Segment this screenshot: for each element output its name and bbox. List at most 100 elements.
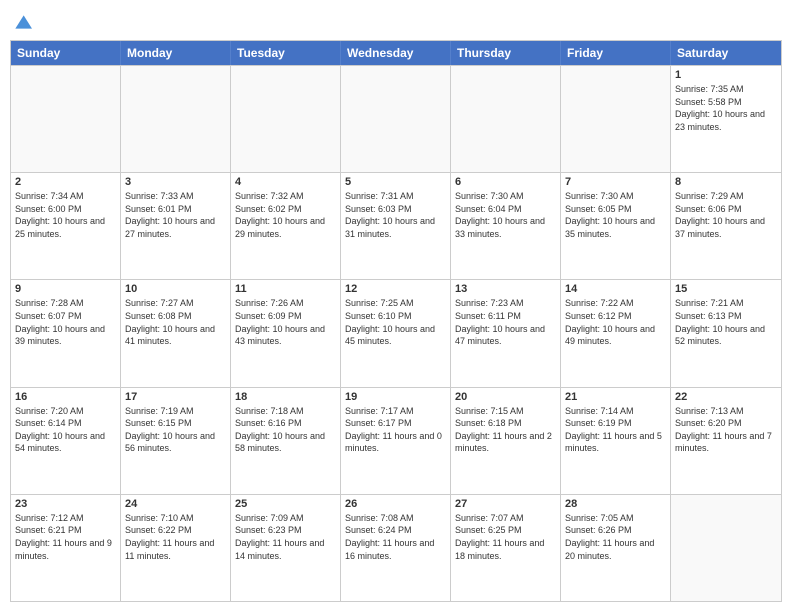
day-info: Sunrise: 7:34 AM Sunset: 6:00 PM Dayligh… <box>15 190 116 240</box>
day-info: Sunrise: 7:13 AM Sunset: 6:20 PM Dayligh… <box>675 405 777 455</box>
day-cell: 14 Sunrise: 7:22 AM Sunset: 6:12 PM Dayli… <box>561 280 671 386</box>
day-cell: 12 Sunrise: 7:25 AM Sunset: 6:10 PM Dayli… <box>341 280 451 386</box>
day-cell: 7 Sunrise: 7:30 AM Sunset: 6:05 PM Daylig… <box>561 173 671 279</box>
day-number: 22 <box>675 391 777 403</box>
day-number: 25 <box>235 498 336 510</box>
day-info: Sunrise: 7:14 AM Sunset: 6:19 PM Dayligh… <box>565 405 666 455</box>
day-cell <box>231 66 341 172</box>
day-number: 14 <box>565 283 666 295</box>
day-info: Sunrise: 7:15 AM Sunset: 6:18 PM Dayligh… <box>455 405 556 455</box>
day-number: 5 <box>345 176 446 188</box>
logo <box>10 10 32 32</box>
day-number: 18 <box>235 391 336 403</box>
day-cell: 19 Sunrise: 7:17 AM Sunset: 6:17 PM Dayli… <box>341 388 451 494</box>
day-info: Sunrise: 7:25 AM Sunset: 6:10 PM Dayligh… <box>345 297 446 347</box>
day-cell: 16 Sunrise: 7:20 AM Sunset: 6:14 PM Dayli… <box>11 388 121 494</box>
day-info: Sunrise: 7:05 AM Sunset: 6:26 PM Dayligh… <box>565 512 666 562</box>
day-cell: 21 Sunrise: 7:14 AM Sunset: 6:19 PM Dayli… <box>561 388 671 494</box>
header <box>10 10 782 32</box>
day-number: 15 <box>675 283 777 295</box>
day-headers: SundayMondayTuesdayWednesdayThursdayFrid… <box>11 41 781 65</box>
day-header: Monday <box>121 41 231 65</box>
day-header: Thursday <box>451 41 561 65</box>
day-info: Sunrise: 7:08 AM Sunset: 6:24 PM Dayligh… <box>345 512 446 562</box>
day-info: Sunrise: 7:17 AM Sunset: 6:17 PM Dayligh… <box>345 405 446 455</box>
day-info: Sunrise: 7:18 AM Sunset: 6:16 PM Dayligh… <box>235 405 336 455</box>
day-cell: 27 Sunrise: 7:07 AM Sunset: 6:25 PM Dayli… <box>451 495 561 601</box>
day-info: Sunrise: 7:10 AM Sunset: 6:22 PM Dayligh… <box>125 512 226 562</box>
day-info: Sunrise: 7:20 AM Sunset: 6:14 PM Dayligh… <box>15 405 116 455</box>
day-cell: 26Sunrise: 7:08 AM Sunset: 6:24 PM Dayli… <box>341 495 451 601</box>
day-number: 23 <box>15 498 116 510</box>
day-cell: 24 Sunrise: 7:10 AM Sunset: 6:22 PM Dayli… <box>121 495 231 601</box>
day-number: 2 <box>15 176 116 188</box>
day-number: 8 <box>675 176 777 188</box>
day-info: Sunrise: 7:28 AM Sunset: 6:07 PM Dayligh… <box>15 297 116 347</box>
day-cell: 18 Sunrise: 7:18 AM Sunset: 6:16 PM Dayli… <box>231 388 341 494</box>
day-cell <box>121 66 231 172</box>
day-cell: 10Sunrise: 7:27 AM Sunset: 6:08 PM Dayli… <box>121 280 231 386</box>
day-cell <box>11 66 121 172</box>
day-number: 16 <box>15 391 116 403</box>
day-number: 6 <box>455 176 556 188</box>
day-info: Sunrise: 7:23 AM Sunset: 6:11 PM Dayligh… <box>455 297 556 347</box>
day-number: 24 <box>125 498 226 510</box>
day-cell: 8Sunrise: 7:29 AM Sunset: 6:06 PM Daylig… <box>671 173 781 279</box>
day-cell: 1 Sunrise: 7:35 AM Sunset: 5:58 PM Daylig… <box>671 66 781 172</box>
weeks: 1 Sunrise: 7:35 AM Sunset: 5:58 PM Daylig… <box>11 65 781 601</box>
day-cell: 25 Sunrise: 7:09 AM Sunset: 6:23 PM Dayli… <box>231 495 341 601</box>
week-row: 16 Sunrise: 7:20 AM Sunset: 6:14 PM Dayli… <box>11 387 781 494</box>
day-info: Sunrise: 7:21 AM Sunset: 6:13 PM Dayligh… <box>675 297 777 347</box>
day-header: Tuesday <box>231 41 341 65</box>
day-number: 28 <box>565 498 666 510</box>
day-number: 4 <box>235 176 336 188</box>
day-cell: 3 Sunrise: 7:33 AM Sunset: 6:01 PM Daylig… <box>121 173 231 279</box>
day-cell: 5 Sunrise: 7:31 AM Sunset: 6:03 PM Daylig… <box>341 173 451 279</box>
day-info: Sunrise: 7:09 AM Sunset: 6:23 PM Dayligh… <box>235 512 336 562</box>
day-header: Sunday <box>11 41 121 65</box>
day-cell: 15 Sunrise: 7:21 AM Sunset: 6:13 PM Dayli… <box>671 280 781 386</box>
day-header: Wednesday <box>341 41 451 65</box>
day-cell <box>561 66 671 172</box>
day-cell <box>451 66 561 172</box>
day-info: Sunrise: 7:07 AM Sunset: 6:25 PM Dayligh… <box>455 512 556 562</box>
day-number: 12 <box>345 283 446 295</box>
day-header: Friday <box>561 41 671 65</box>
day-info: Sunrise: 7:33 AM Sunset: 6:01 PM Dayligh… <box>125 190 226 240</box>
week-row: 2 Sunrise: 7:34 AM Sunset: 6:00 PM Daylig… <box>11 172 781 279</box>
day-number: 20 <box>455 391 556 403</box>
day-info: Sunrise: 7:35 AM Sunset: 5:58 PM Dayligh… <box>675 83 777 133</box>
week-row: 1 Sunrise: 7:35 AM Sunset: 5:58 PM Daylig… <box>11 65 781 172</box>
day-cell: 9 Sunrise: 7:28 AM Sunset: 6:07 PM Daylig… <box>11 280 121 386</box>
day-info: Sunrise: 7:31 AM Sunset: 6:03 PM Dayligh… <box>345 190 446 240</box>
day-cell: 6 Sunrise: 7:30 AM Sunset: 6:04 PM Daylig… <box>451 173 561 279</box>
day-cell: 20 Sunrise: 7:15 AM Sunset: 6:18 PM Dayli… <box>451 388 561 494</box>
day-cell <box>341 66 451 172</box>
day-number: 11 <box>235 283 336 295</box>
day-info: Sunrise: 7:19 AM Sunset: 6:15 PM Dayligh… <box>125 405 226 455</box>
day-number: 1 <box>675 69 777 81</box>
day-number: 17 <box>125 391 226 403</box>
day-number: 19 <box>345 391 446 403</box>
day-number: 27 <box>455 498 556 510</box>
day-number: 9 <box>15 283 116 295</box>
day-number: 21 <box>565 391 666 403</box>
day-number: 3 <box>125 176 226 188</box>
day-info: Sunrise: 7:22 AM Sunset: 6:12 PM Dayligh… <box>565 297 666 347</box>
day-info: Sunrise: 7:30 AM Sunset: 6:04 PM Dayligh… <box>455 190 556 240</box>
day-cell: 11 Sunrise: 7:26 AM Sunset: 6:09 PM Dayli… <box>231 280 341 386</box>
day-number: 7 <box>565 176 666 188</box>
day-number: 10 <box>125 283 226 295</box>
day-info: Sunrise: 7:32 AM Sunset: 6:02 PM Dayligh… <box>235 190 336 240</box>
calendar: SundayMondayTuesdayWednesdayThursdayFrid… <box>10 40 782 602</box>
day-cell: 2 Sunrise: 7:34 AM Sunset: 6:00 PM Daylig… <box>11 173 121 279</box>
week-row: 23 Sunrise: 7:12 AM Sunset: 6:21 PM Dayli… <box>11 494 781 601</box>
day-cell: 17 Sunrise: 7:19 AM Sunset: 6:15 PM Dayli… <box>121 388 231 494</box>
day-info: Sunrise: 7:12 AM Sunset: 6:21 PM Dayligh… <box>15 512 116 562</box>
week-row: 9 Sunrise: 7:28 AM Sunset: 6:07 PM Daylig… <box>11 279 781 386</box>
day-info: Sunrise: 7:26 AM Sunset: 6:09 PM Dayligh… <box>235 297 336 347</box>
day-cell: 4 Sunrise: 7:32 AM Sunset: 6:02 PM Daylig… <box>231 173 341 279</box>
day-info: Sunrise: 7:30 AM Sunset: 6:05 PM Dayligh… <box>565 190 666 240</box>
day-number: 13 <box>455 283 556 295</box>
logo-icon <box>12 12 32 32</box>
